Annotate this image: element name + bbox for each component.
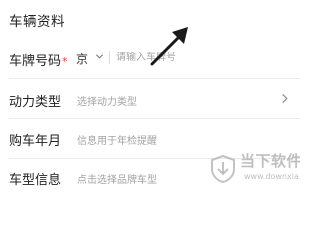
plate-number-label: 车牌号码* (9, 50, 68, 69)
download-shield-icon (211, 154, 235, 184)
power-type-row[interactable]: 动力类型 选择动力类型 (0, 79, 300, 119)
plate-separator (109, 51, 110, 64)
pointer-arrow-icon (150, 27, 188, 66)
plate-number-label-text: 车牌号码 (9, 54, 62, 69)
section-title: 车辆资料 (9, 14, 65, 30)
power-type-placeholder: 选择动力类型 (77, 97, 137, 108)
watermark-title: 当下软件园 (240, 152, 300, 170)
required-mark: * (62, 55, 68, 68)
purchase-date-label: 购车年月 (9, 134, 62, 149)
chevron-down-icon[interactable] (95, 52, 104, 61)
chevron-right-icon[interactable] (279, 93, 290, 104)
purchase-date-placeholder: 信息用于年检提醒 (77, 136, 157, 147)
power-type-label: 动力类型 (9, 95, 62, 110)
province-select-value[interactable]: 京 (76, 50, 88, 67)
vehicle-info-screen: 车辆资料 车牌号码* 京 动力类型 选择动力类型 购车年月 信息用于年检提醒 车… (0, 0, 300, 201)
vehicle-model-label: 车型信息 (9, 173, 62, 188)
vehicle-model-placeholder: 点击选择品牌车型 (77, 175, 157, 186)
watermark-subtitle: www.downxia.com (244, 172, 300, 181)
watermark: 当下软件园 www.downxia.com (208, 142, 300, 194)
